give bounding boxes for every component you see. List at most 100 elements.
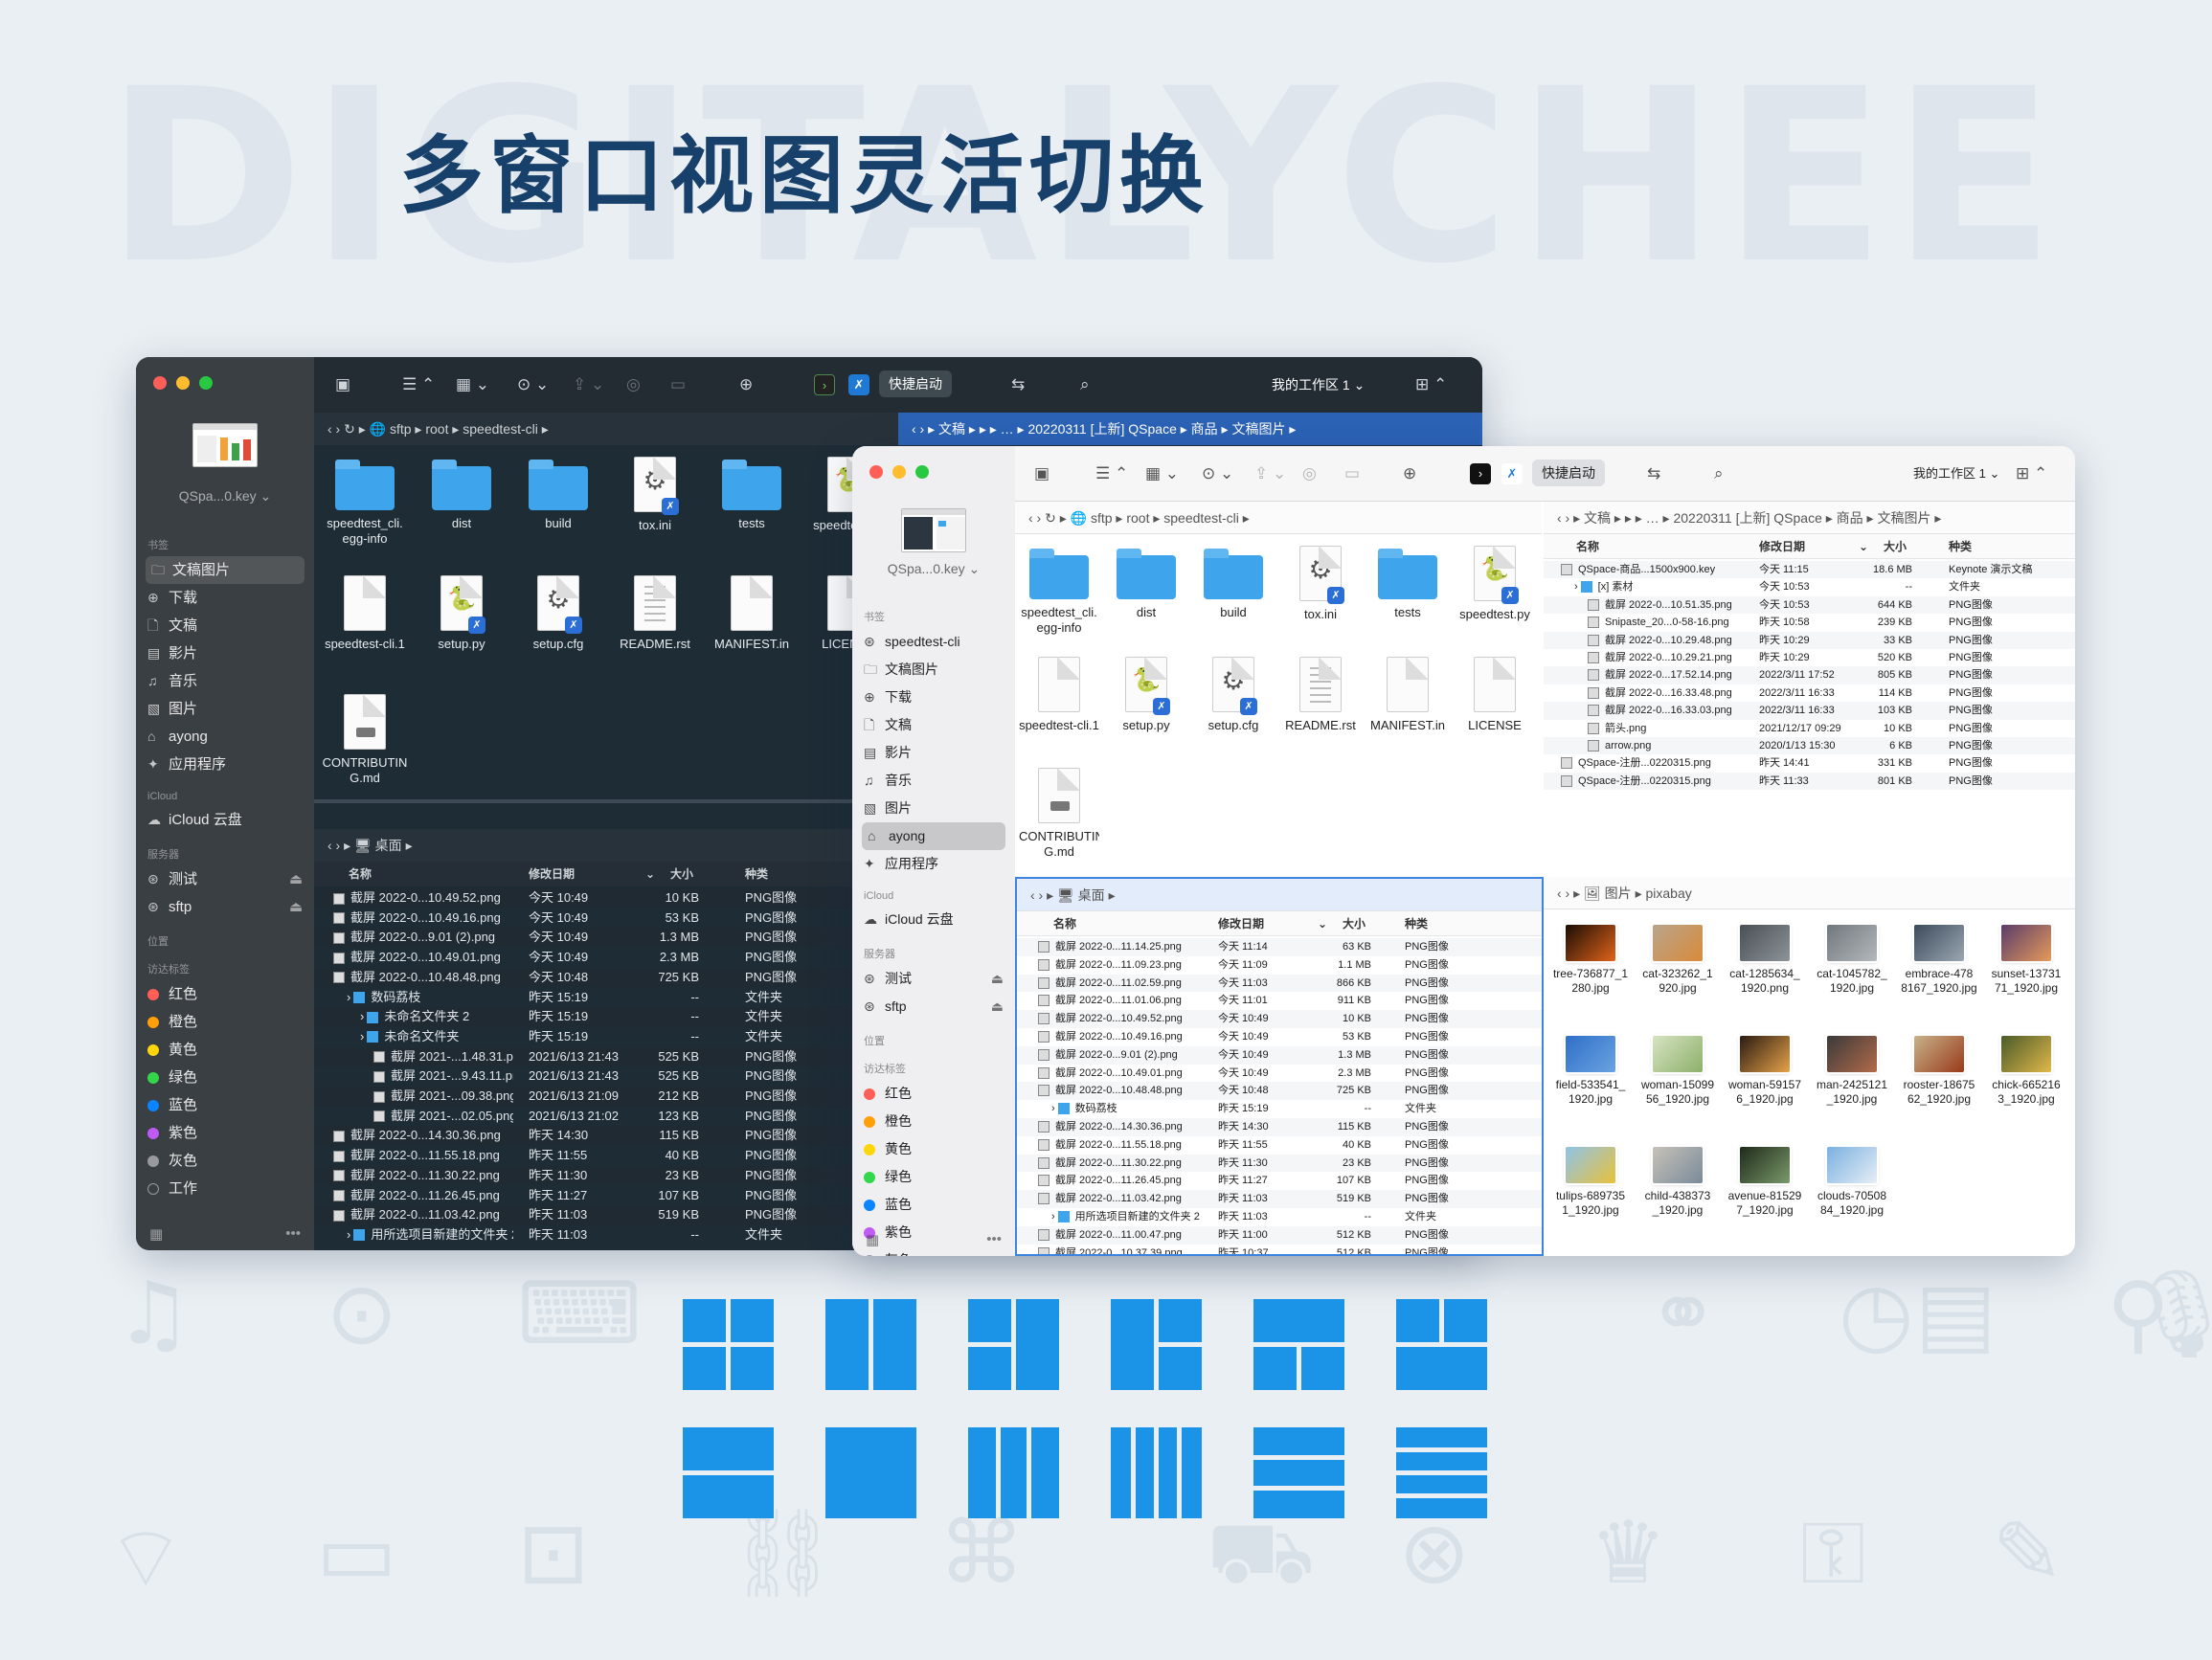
disclosure-icon[interactable]: ›: [1051, 1211, 1055, 1223]
layout-four-rows-icon[interactable]: [1396, 1427, 1487, 1518]
layout-single-icon[interactable]: [825, 1427, 916, 1518]
workspace-thumbnail[interactable]: [901, 508, 966, 552]
path-bar[interactable]: ‹ › ▸ 🖥 桌面 ▸: [314, 829, 898, 862]
list-row[interactable]: 截屏 2022-0...10.49.52.png 今天 10:49 10 KB PNG…: [1017, 1010, 1542, 1028]
photo-item[interactable]: field-533541_ 1920.jpg: [1549, 1036, 1632, 1107]
list-row[interactable]: 截屏 2022-0...17.52.14.png 2022/3/11 17:52 8…: [1544, 666, 2075, 684]
file-item[interactable]: ⚙ ✗ setup.cfg: [515, 575, 601, 652]
file-item[interactable]: MANIFEST.in: [709, 575, 795, 652]
list-row[interactable]: 截屏 2022-0...10.49.01.png 今天 10:49 2.3 MB PN…: [314, 948, 898, 968]
tag-icon[interactable]: ▭: [1344, 446, 1360, 502]
sidebar-item[interactable]: ♫ 音乐: [852, 767, 1015, 795]
minimize-icon[interactable]: [892, 465, 906, 479]
column-header-size[interactable]: 大小: [1343, 911, 1366, 936]
list-row[interactable]: › 用所选项目新建的文件夹 2 昨天 11:03 -- 文件夹: [1017, 1208, 1542, 1226]
sidebar-item[interactable]: 蓝色: [852, 1191, 1015, 1219]
view-list-icon[interactable]: ☰ ⌃: [1095, 446, 1128, 502]
column-header-kind[interactable]: 种类: [1405, 911, 1428, 936]
list-row[interactable]: QSpace-注册...0220315.png 昨天 14:41 331 KB PNG…: [1544, 754, 2075, 772]
photo-item[interactable]: child-438373 _1920.jpg: [1636, 1147, 1719, 1218]
photo-item[interactable]: sunset-13731 71_1920.jpg: [1985, 925, 2067, 996]
list-row[interactable]: 截屏 2022-0...10.49.52.png 今天 10:49 10 KB PNG…: [314, 888, 898, 909]
sort-chevron-icon[interactable]: ⌄: [645, 862, 655, 886]
swap-icon[interactable]: ⇆: [1647, 446, 1660, 502]
workspace-menu[interactable]: 我的工作区 1 ⌄: [1913, 446, 1999, 502]
path-bar[interactable]: ‹ › ▸ 🖼 图片 ▸ pixabay: [1544, 877, 2075, 909]
list-row[interactable]: 截屏 2022-0...11.09.23.png 今天 11:09 1.1 MB PN…: [1017, 956, 1542, 975]
sidebar-item[interactable]: 蓝色: [136, 1091, 314, 1119]
file-item[interactable]: MANIFEST.in: [1367, 657, 1448, 733]
sort-chevron-icon[interactable]: ⌄: [1859, 534, 1868, 559]
column-header-name[interactable]: 名称: [349, 862, 372, 886]
list-row[interactable]: 截屏 2022-0...11.02.59.png 今天 11:03 866 KB PN…: [1017, 974, 1542, 993]
photo-item[interactable]: chick-665216 3_1920.jpg: [1985, 1036, 2067, 1107]
photo-item[interactable]: avenue-81529 7_1920.jpg: [1724, 1147, 1806, 1218]
traffic-lights[interactable]: [153, 376, 213, 390]
view-grid-icon[interactable]: ▦ ⌄: [1145, 446, 1179, 502]
tag-icon[interactable]: ▭: [670, 357, 686, 413]
list-row[interactable]: 箭头.png 2021/12/17 09:29 10 KB PNG图像: [1544, 720, 2075, 737]
sidebar-item[interactable]: ✦ 应用程序: [852, 850, 1015, 878]
sidebar-toggle-icon[interactable]: ▣: [1034, 446, 1050, 502]
sidebar-item[interactable]: 黄色: [852, 1135, 1015, 1163]
layout-two-rows-icon[interactable]: [683, 1427, 774, 1518]
column-header-size[interactable]: 大小: [670, 862, 693, 886]
sidebar-item[interactable]: ⌂ ayong: [136, 723, 314, 751]
list-row[interactable]: 截屏 2022-0...10.49.01.png 今天 10:49 2.3 MB PN…: [1017, 1065, 1542, 1083]
list-row[interactable]: › 用所选项目新建的文件夹 2 昨天 11:03 -- 文件夹: [314, 1225, 898, 1245]
list-row[interactable]: 截屏 2021-...02.05.png 2021/6/13 21:02 123 K…: [314, 1107, 898, 1127]
sidebar-item[interactable]: 灰色: [136, 1147, 314, 1175]
list-row[interactable]: 截屏 2022-0...11.03.42.png 昨天 11:03 519 KB PN…: [1017, 1190, 1542, 1208]
eject-icon[interactable]: ⏏: [289, 865, 303, 893]
list-row[interactable]: 截屏 2022-0...11.26.45.png 昨天 11:27 107 KB PN…: [314, 1186, 898, 1206]
sidebar-item[interactable]: 🗀 文稿图片: [852, 656, 1015, 684]
list-row[interactable]: 截屏 2021-...1.48.31.png 2021/6/13 21:43 525…: [314, 1046, 898, 1067]
layout-icon[interactable]: ⊞ ⌃: [1415, 357, 1447, 413]
layout-three-columns-icon[interactable]: [968, 1427, 1059, 1518]
sidebar-item[interactable]: ▤ 影片: [136, 639, 314, 667]
list-row[interactable]: 截屏 2022-0...10.29.48.png 昨天 10:29 33 KB PNG…: [1544, 631, 2075, 649]
file-item[interactable]: tests: [709, 457, 795, 531]
workspace-thumbnail[interactable]: [192, 423, 258, 467]
column-header-name[interactable]: 名称: [1576, 534, 1599, 559]
sidebar-item[interactable]: 橙色: [852, 1108, 1015, 1135]
sidebar-item[interactable]: 橙色: [136, 1008, 314, 1036]
layout-left-right-split-icon[interactable]: [968, 1299, 1059, 1390]
sort-chevron-icon[interactable]: ⌄: [1318, 911, 1327, 936]
photo-item[interactable]: embrace-478 8167_1920.jpg: [1898, 925, 1980, 996]
vscode-icon[interactable]: ✗: [848, 374, 869, 395]
layout-top-split-bottom-icon[interactable]: [1253, 1299, 1344, 1390]
list-row[interactable]: 截屏 2022-0...10.49.16.png 今天 10:49 53 KB PNG…: [314, 909, 898, 929]
sidebar-item[interactable]: ☁ iCloud 云盘: [136, 806, 314, 834]
list-row[interactable]: 截屏 2022-0...10.48.48.png 今天 10:48 725 KB PN…: [1017, 1082, 1542, 1101]
list-row[interactable]: 截屏 2022-0...10.29.21.png 昨天 10:29 520 KB PN…: [1544, 649, 2075, 666]
list-row[interactable]: 截屏 2022-0...10.48.48.png 今天 10:48 725 KB PN…: [314, 967, 898, 988]
list-row[interactable]: 截屏 2022-0...11.26.45.png 昨天 11:27 107 KB PN…: [1017, 1172, 1542, 1190]
column-header-name[interactable]: 名称: [1053, 911, 1076, 936]
list-row[interactable]: 截屏 2022-0...11.55.18.png 昨天 11:55 40 KB PNG…: [314, 1146, 898, 1166]
list-row[interactable]: Snipaste_20...0-58-16.png 昨天 10:58 239 KB P…: [1544, 614, 2075, 631]
file-item[interactable]: ⚙ ✗ tox.ini: [1280, 546, 1361, 622]
sidebar-item[interactable]: 工作: [136, 1175, 314, 1202]
minimize-icon[interactable]: [176, 376, 190, 390]
sidebar-item[interactable]: 红色: [136, 980, 314, 1008]
close-icon[interactable]: [153, 376, 167, 390]
column-header-kind[interactable]: 种类: [745, 862, 768, 886]
list-row[interactable]: 截屏 2022-0...11.30.22.png 昨天 11:30 23 KB PNG…: [314, 1165, 898, 1186]
sidebar-item[interactable]: 绿色: [136, 1064, 314, 1091]
list-row[interactable]: 截屏 2022-0...11.03.42.png 昨天 11:03 519 KB PN…: [314, 1205, 898, 1225]
photo-item[interactable]: rooster-18675 62_1920.jpg: [1898, 1036, 1980, 1107]
photo-item[interactable]: man-2425121 _1920.jpg: [1811, 1036, 1893, 1107]
workspace-name[interactable]: QSpa...0.key ⌄: [852, 561, 1015, 577]
file-item[interactable]: build: [515, 457, 601, 531]
list-row[interactable]: 截屏 2022-0...11.00.47.png 昨天 11:00 512 KB PN…: [1017, 1225, 1542, 1245]
terminal-icon[interactable]: ›: [814, 374, 835, 395]
sidebar-item[interactable]: ☁ iCloud 云盘: [852, 906, 1015, 933]
close-icon[interactable]: [869, 465, 883, 479]
sidebar-footer[interactable]: ▦ •••: [136, 1220, 314, 1250]
list-row[interactable]: 截屏 2022-0...14.30.36.png 昨天 14:30 115 KB PN…: [314, 1126, 898, 1147]
workspace-menu[interactable]: 我的工作区 1 ⌄: [1272, 357, 1365, 413]
file-item[interactable]: build: [1193, 546, 1274, 620]
list-row[interactable]: › [x] 素材 今天 10:53 -- 文件夹: [1544, 578, 2075, 595]
sidebar-item[interactable]: 绿色: [852, 1163, 1015, 1191]
